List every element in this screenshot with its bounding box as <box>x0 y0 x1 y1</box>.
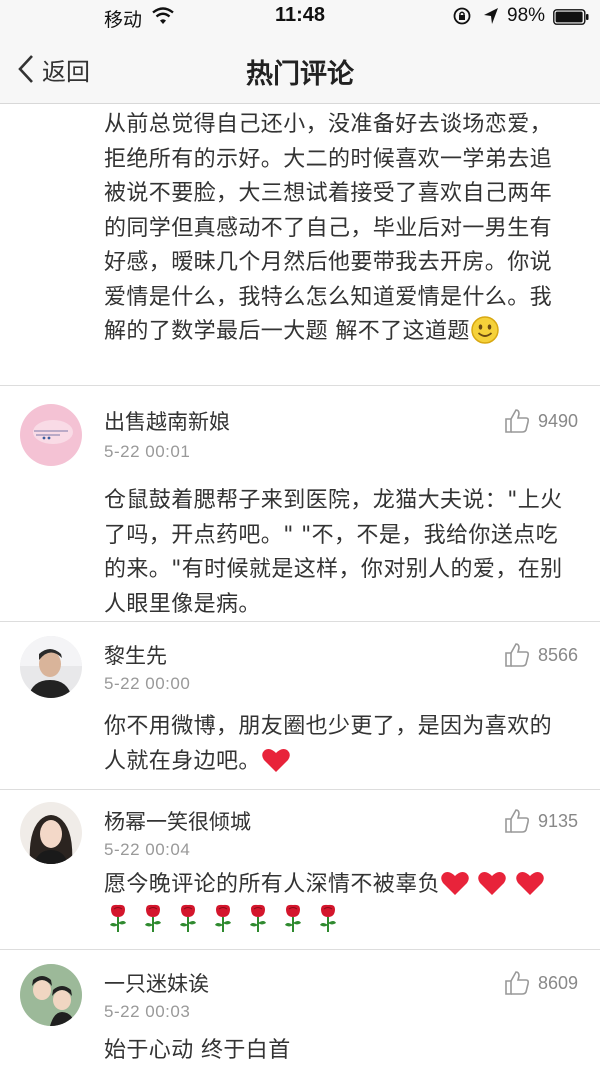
location-arrow-icon <box>484 8 498 24</box>
smile-emoji-icon <box>471 316 499 344</box>
heart-emoji-icon <box>516 872 544 895</box>
thumbs-up-icon <box>505 643 530 667</box>
heart-emoji-icon <box>478 872 507 895</box>
comment-text: 愿今晚评论的所有人深情不被辜负 <box>104 868 570 938</box>
rose-emoji-icon <box>145 904 161 932</box>
comment-time: 5-22 00:04 <box>104 840 191 859</box>
rose-emoji-icon <box>250 904 266 932</box>
status-bar: 移动 11:48 98% <box>0 0 600 34</box>
page-title: 热门评论 <box>246 59 354 90</box>
heart-emoji-icon <box>441 872 469 895</box>
comment-time: 5-22 00:00 <box>104 674 191 693</box>
like-button[interactable]: 9135 <box>504 808 578 834</box>
comment-feed[interactable]: 从前总觉得自己还小，没准备好去谈场恋爱，拒绝所有的示好。大二的时候喜欢一学弟去追… <box>0 104 600 1068</box>
avatar[interactable] <box>20 404 82 466</box>
like-button[interactable]: 8566 <box>504 642 578 668</box>
rose-emoji-icon <box>285 904 301 932</box>
comment-time: 5-22 00:03 <box>104 1002 191 1021</box>
like-count: 8609 <box>537 972 578 993</box>
heart-emoji-icon <box>262 748 290 772</box>
rotation-lock-icon <box>453 7 471 25</box>
thumbs-up-icon <box>505 809 530 833</box>
comment-text: 从前总觉得自己还小，没准备好去谈场恋爱，拒绝所有的示好。大二的时候喜欢一学弟去追… <box>104 112 553 344</box>
comment-time: 5-22 00:01 <box>104 442 191 461</box>
like-count: 9135 <box>537 810 578 831</box>
thumbs-up-icon <box>505 971 530 995</box>
like-button[interactable]: 9490 <box>504 408 578 434</box>
username[interactable]: 一只迷妹诶 <box>104 968 209 998</box>
comment-item[interactable]: 一只迷妹诶 5-22 00:03 8609 始于心动 终于白首 <box>0 950 600 1068</box>
rose-emoji-icon <box>320 904 336 932</box>
username[interactable]: 出售越南新娘 <box>104 406 230 436</box>
rose-emoji-row <box>104 904 349 933</box>
avatar[interactable] <box>20 636 82 698</box>
rose-emoji-icon <box>110 904 126 932</box>
like-count: 8566 <box>537 644 578 665</box>
comment-text: 始于心动 终于白首 <box>104 1038 291 1063</box>
comment-item[interactable]: 黎生先 5-22 00:00 8566 你不用微博，朋友圈也少更了，是因为喜欢的… <box>0 622 600 790</box>
username[interactable]: 黎生先 <box>104 640 167 670</box>
rose-emoji-icon <box>215 904 231 932</box>
thumbs-up-icon <box>505 409 530 433</box>
username[interactable]: 杨幂一笑很倾城 <box>104 806 251 836</box>
battery-percent: 98% <box>507 5 546 26</box>
comment-item[interactable]: 出售越南新娘 5-22 00:01 9490 仓鼠鼓着腮帮子来到医院，龙猫大夫说… <box>0 386 600 622</box>
comment-text: 你不用微博，朋友圈也少更了，是因为喜欢的人就在身边吧。 <box>104 714 553 774</box>
nav-bar: 返回 热门评论 <box>0 34 600 104</box>
comment-item[interactable]: 从前总觉得自己还小，没准备好去谈场恋爱，拒绝所有的示好。大二的时候喜欢一学弟去追… <box>0 104 600 386</box>
avatar[interactable] <box>20 802 82 864</box>
comment-text: 仓鼠鼓着腮帮子来到医院，龙猫大夫说："上火了吗，开点药吧。" "不，不是，我给你… <box>104 488 563 617</box>
rose-emoji-icon <box>180 904 196 932</box>
comment-item[interactable]: 杨幂一笑很倾城 5-22 00:04 9135 愿今晚评论的所有人深情不被辜负 <box>0 790 600 950</box>
like-count: 9490 <box>537 410 578 431</box>
battery-icon <box>553 9 589 25</box>
avatar[interactable] <box>20 964 82 1026</box>
like-button[interactable]: 8609 <box>504 970 578 996</box>
